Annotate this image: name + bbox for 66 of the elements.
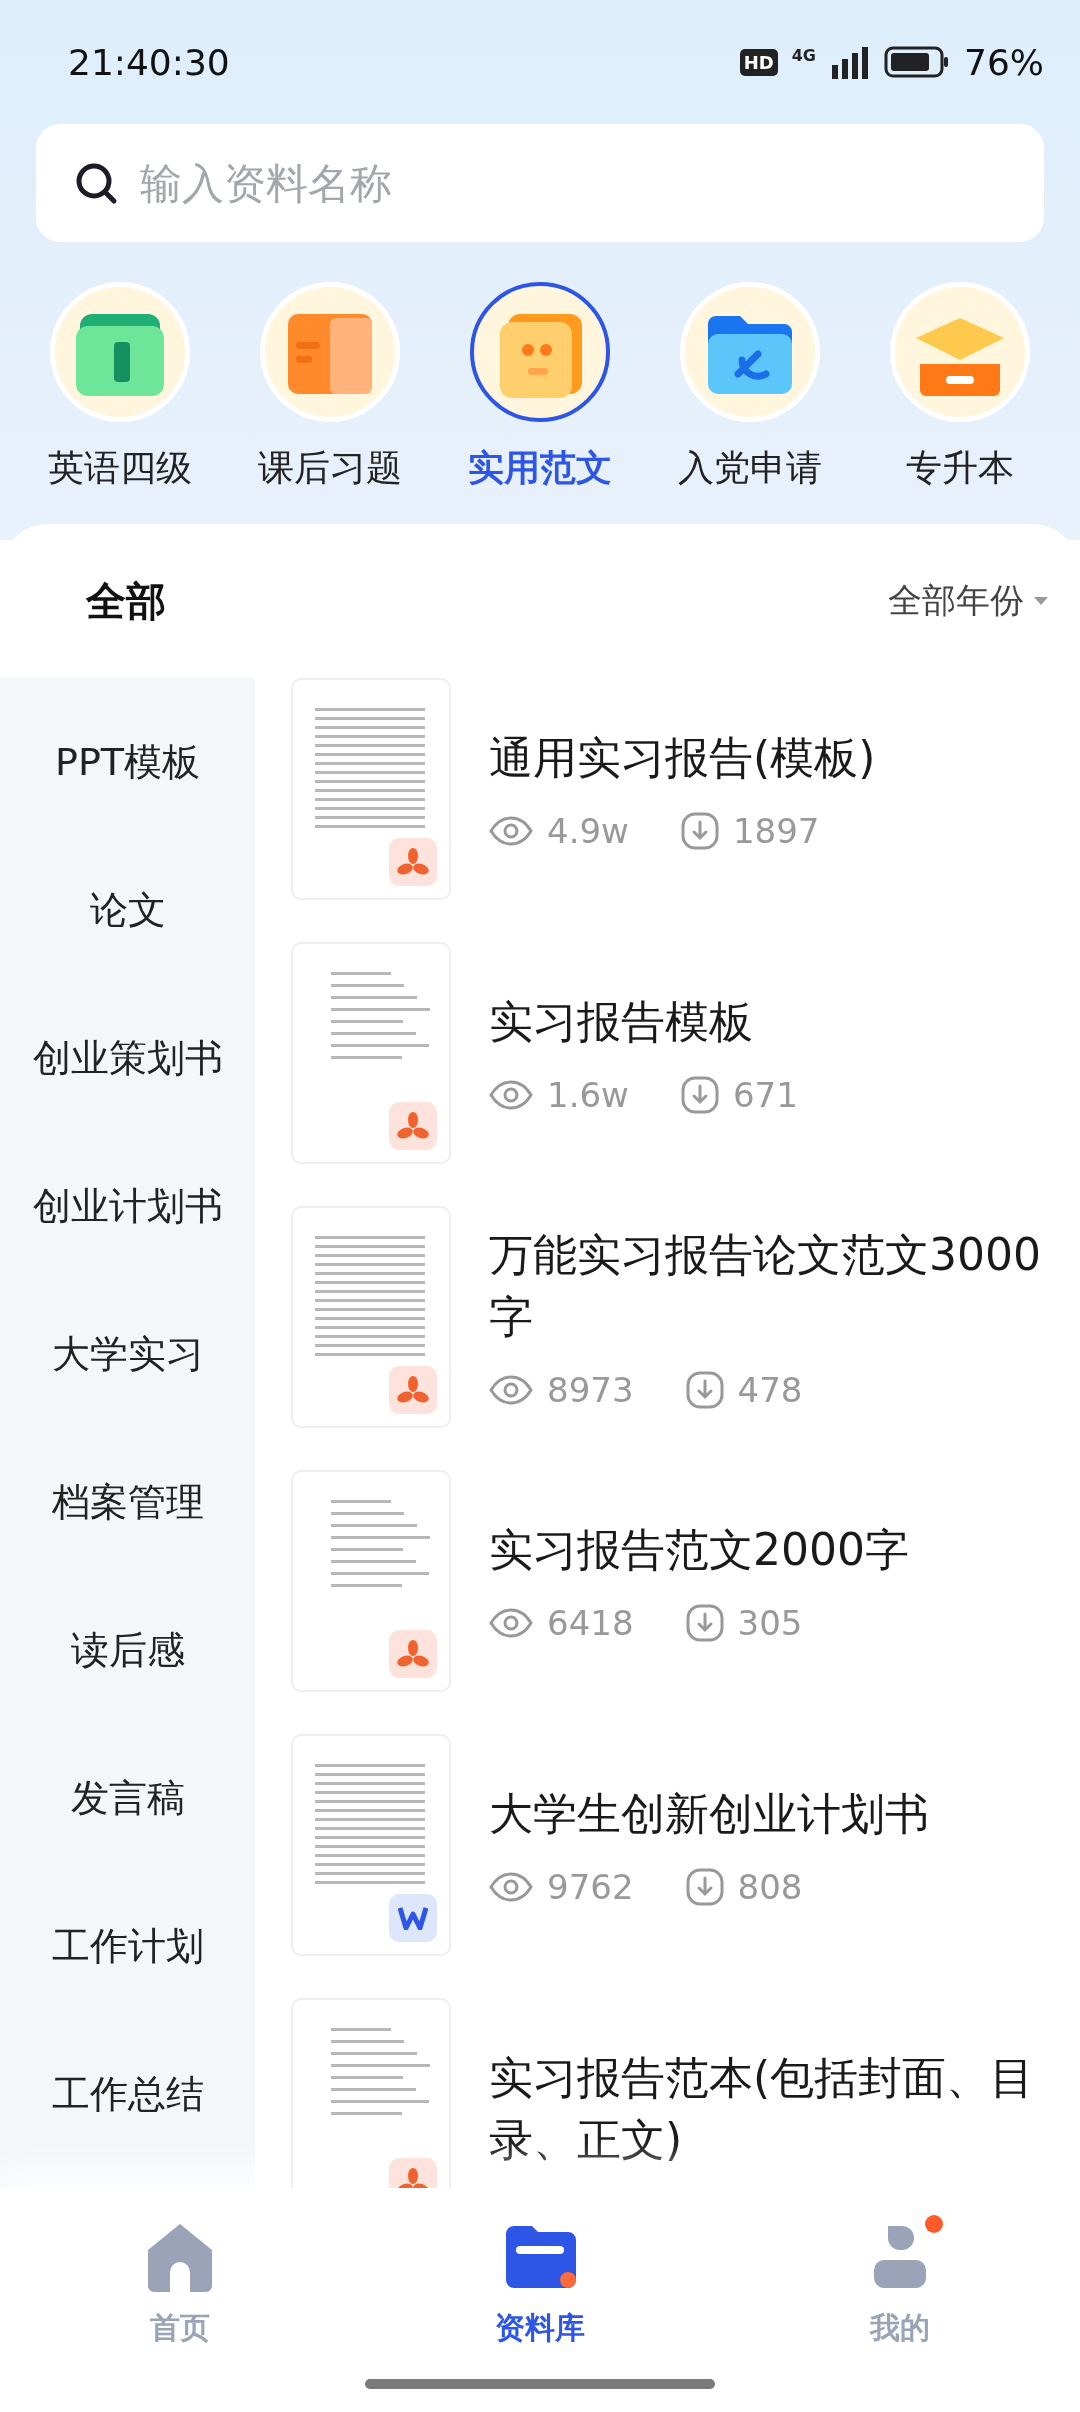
pdf-icon: [397, 847, 429, 877]
hd-badge: HD: [739, 48, 778, 76]
network-type: 4G: [791, 45, 816, 65]
document-thumbnail[interactable]: [291, 1734, 451, 1956]
view-count: 6418: [547, 1602, 634, 1643]
word-file-icon: [398, 1906, 428, 1930]
sidebar-item[interactable]: 发言稿: [70, 1724, 185, 1872]
pdf-icon: [397, 1375, 429, 1405]
document-title[interactable]: 实习报告范本(包括封面、目录、正文): [489, 2047, 1050, 2171]
download-icon: [685, 1603, 724, 1642]
category-item[interactable]: 课后习题: [230, 282, 430, 504]
pdf-icon: [397, 1111, 429, 1141]
sidebar-item[interactable]: 论文: [89, 836, 166, 984]
document-thumbnail[interactable]: [291, 942, 451, 1164]
year-filter[interactable]: 全部年份: [888, 578, 1050, 624]
view-count: 9762: [547, 1866, 634, 1907]
eye-icon: [489, 1374, 533, 1405]
document-title[interactable]: 实习报告模板: [489, 991, 798, 1053]
view-count: 1.6w: [547, 1074, 629, 1115]
eye-icon: [489, 1079, 533, 1110]
download-count: 478: [737, 1369, 803, 1410]
view-count: 4.9w: [547, 810, 629, 851]
eye-icon: [489, 815, 533, 846]
sidebar-item[interactable]: 读后感: [70, 1576, 185, 1724]
download-icon: [685, 1370, 724, 1409]
pdf-icon: [397, 2167, 429, 2188]
document-title[interactable]: 实习报告范文2000字: [489, 1519, 909, 1581]
eye-icon: [489, 1871, 533, 1902]
download-icon: [685, 1867, 724, 1906]
view-count: 8973: [547, 1369, 634, 1410]
eye-icon: [489, 1607, 533, 1638]
sidebar-item[interactable]: 档案管理: [51, 1428, 204, 1576]
download-icon: [680, 811, 719, 850]
document-thumbnail[interactable]: [291, 678, 451, 900]
sidebar-item[interactable]: 大学实习: [51, 1280, 204, 1428]
sidebar-item[interactable]: 创业策划书: [32, 984, 223, 1132]
sidebar-item[interactable]: 工作计划: [51, 1872, 204, 2020]
document-thumbnail[interactable]: [291, 1206, 451, 1428]
document-title[interactable]: 通用实习报告(模板): [489, 727, 876, 789]
category-item[interactable]: 英语四级: [20, 282, 220, 504]
nav-tab[interactable]: 资料库: [420, 2216, 660, 2349]
download-count: 808: [737, 1866, 803, 1907]
signal-icon: [830, 45, 870, 79]
category-item[interactable]: 专升本: [860, 282, 1060, 504]
document-thumbnail[interactable]: [291, 1998, 451, 2188]
download-icon: [680, 1075, 719, 1114]
category-item[interactable]: 实用范文: [440, 282, 640, 504]
search-field[interactable]: 输入资料名称: [36, 124, 1044, 242]
download-count: 671: [732, 1074, 798, 1115]
document-title[interactable]: 大学生创新创业计划书: [489, 1783, 929, 1845]
battery-percent: 76%: [964, 41, 1044, 83]
download-count: 305: [737, 1602, 803, 1643]
document-title[interactable]: 万能实习报告论文范文3000字: [489, 1224, 1050, 1348]
download-count: 1897: [732, 810, 820, 851]
battery-icon: [884, 45, 950, 79]
sidebar-item[interactable]: 创业计划书: [32, 1132, 223, 1280]
dropdown-icon: [1032, 595, 1050, 607]
category-item[interactable]: 入党申请: [650, 282, 850, 504]
pdf-icon: [397, 1639, 429, 1669]
status-time: 21:40:30: [68, 41, 230, 83]
search-icon: [74, 161, 118, 205]
sidebar-item[interactable]: PPT模板: [54, 688, 200, 836]
sidebar-item[interactable]: 工作总结: [51, 2020, 204, 2168]
notification-dot: [924, 2214, 944, 2234]
document-thumbnail[interactable]: [291, 1470, 451, 1692]
all-tab[interactable]: 全部: [86, 573, 166, 629]
